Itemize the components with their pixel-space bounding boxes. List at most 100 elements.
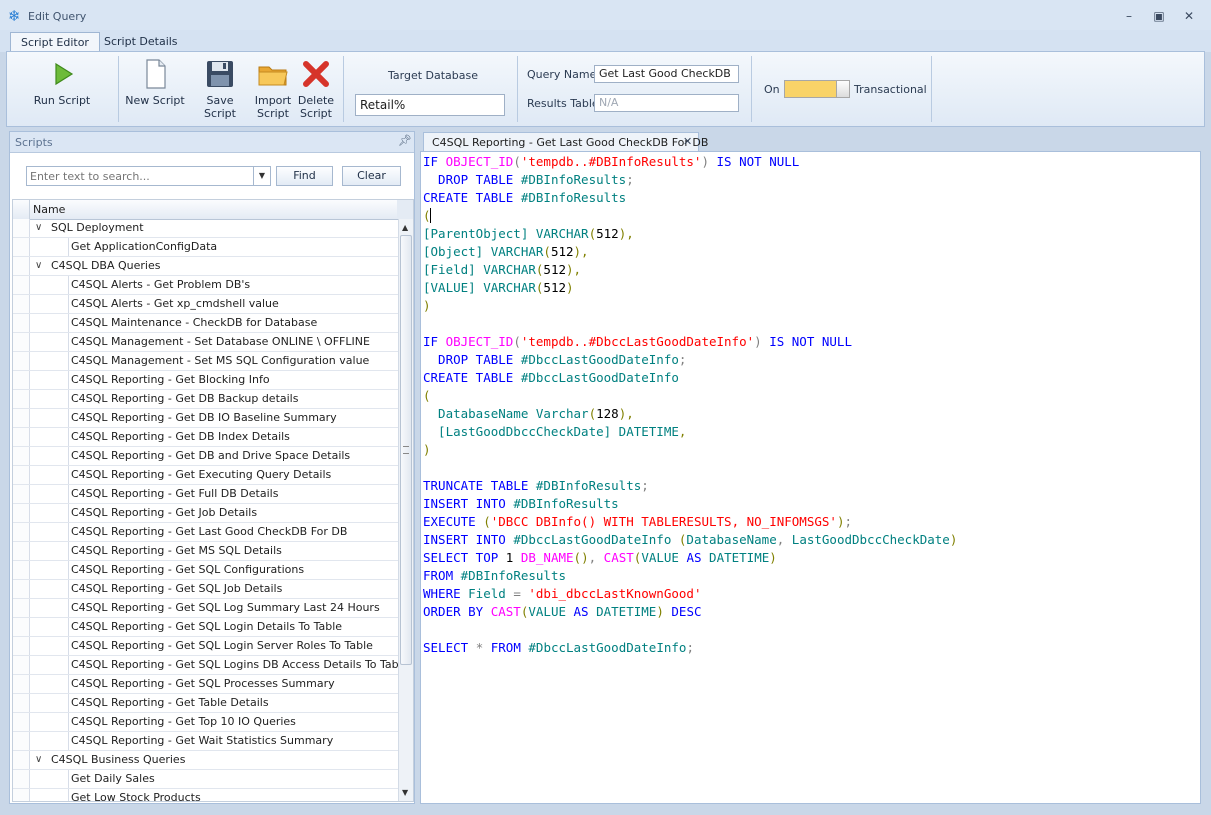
tree-item-row[interactable]: C4SQL Reporting - Get Executing Query De… (13, 466, 401, 485)
tree-group-row[interactable]: ∨ SQL Deployment (13, 219, 401, 238)
search-dropdown-icon[interactable]: ▼ (253, 167, 270, 185)
code-line[interactable]: CREATE TABLE #DbccLastGoodDateInfo (423, 369, 679, 387)
results-table-input[interactable]: N/A (594, 94, 739, 112)
tree-item-row[interactable]: C4SQL Reporting - Get DB Index Details (13, 428, 401, 447)
code-line[interactable]: DROP TABLE #DBInfoResults; (423, 171, 634, 189)
scroll-up-icon[interactable]: ▲ (402, 223, 408, 232)
code-line[interactable]: SELECT TOP 1 DB_NAME(), CAST(VALUE AS DA… (423, 549, 777, 567)
close-icon[interactable]: ✕ (1178, 8, 1200, 24)
code-line[interactable]: EXECUTE ('DBCC DBInfo() WITH TABLERESULT… (423, 513, 852, 531)
tree-item-row[interactable]: Get ApplicationConfigData (13, 238, 401, 257)
query-name-input[interactable]: Get Last Good CheckDB (594, 65, 739, 83)
tree-item-row[interactable]: C4SQL Alerts - Get xp_cmdshell value (13, 295, 401, 314)
code-line[interactable]: [Object] VARCHAR(512), (423, 243, 589, 261)
code-line[interactable]: WHERE Field = 'dbi_dbccLastKnownGood' (423, 585, 701, 603)
minimize-icon[interactable]: – (1118, 8, 1140, 24)
tree-item-row[interactable]: C4SQL Maintenance - CheckDB for Database (13, 314, 401, 333)
code-line[interactable]: INSERT INTO #DBInfoResults (423, 495, 619, 513)
tree-row-label: C4SQL Alerts - Get Problem DB's (71, 278, 251, 291)
clear-button[interactable]: Clear (342, 166, 401, 186)
target-database-input[interactable]: Retail% (355, 94, 505, 116)
scroll-thumb[interactable] (400, 235, 412, 665)
tree-item-row[interactable]: Get Low Stock Products (13, 789, 401, 801)
editor-tab[interactable]: C4SQL Reporting - Get Last Good CheckDB … (423, 132, 708, 152)
save-script-button[interactable]: Save Script (189, 58, 251, 120)
expand-chevron-icon[interactable]: ∨ (35, 751, 42, 769)
tree-item-row[interactable]: C4SQL Reporting - Get Blocking Info (13, 371, 401, 390)
tree-group-row[interactable]: ∨ C4SQL DBA Queries (13, 257, 401, 276)
code-line[interactable]: CREATE TABLE #DBInfoResults (423, 189, 626, 207)
tree-group-row[interactable]: ∨ C4SQL Business Queries (13, 751, 401, 770)
search-box[interactable]: ▼ (26, 166, 271, 186)
name-column-header[interactable]: Name (33, 203, 65, 216)
pin-icon[interactable]: 📌︎ (398, 134, 412, 147)
code-line[interactable]: TRUNCATE TABLE #DBInfoResults; (423, 477, 649, 495)
code-line[interactable]: ) (423, 441, 431, 459)
save-script-label: Save Script (204, 94, 236, 120)
tree-item-row[interactable]: C4SQL Reporting - Get SQL Login Server R… (13, 637, 401, 656)
tab-script-editor[interactable]: Script Editor (10, 32, 100, 53)
expand-chevron-icon[interactable]: ∨ (35, 219, 42, 237)
new-script-button[interactable]: New Script (125, 58, 185, 107)
tree-row-label: C4SQL Reporting - Get SQL Log Summary La… (71, 601, 380, 614)
import-script-button[interactable]: Import Script (253, 58, 293, 120)
code-line[interactable]: DatabaseName Varchar(128), (423, 405, 634, 423)
code-line[interactable]: ) (423, 297, 431, 315)
delete-script-button[interactable]: Delete Script (296, 58, 336, 120)
row-indicator (13, 238, 30, 256)
code-line[interactable]: [Field] VARCHAR(512), (423, 261, 581, 279)
tree-item-row[interactable]: C4SQL Management - Set Database ONLINE \… (13, 333, 401, 352)
tree-item-row[interactable]: C4SQL Reporting - Get SQL Job Details (13, 580, 401, 599)
expand-chevron-icon[interactable]: ∨ (35, 257, 42, 275)
tree-item-row[interactable]: C4SQL Reporting - Get DB IO Baseline Sum… (13, 409, 401, 428)
tree-item-row[interactable]: C4SQL Reporting - Get Job Details (13, 504, 401, 523)
tree-item-row[interactable]: C4SQL Reporting - Get DB Backup details (13, 390, 401, 409)
tree-item-row[interactable]: C4SQL Reporting - Get SQL Processes Summ… (13, 675, 401, 694)
tree-item-row[interactable]: C4SQL Reporting - Get SQL Login Details … (13, 618, 401, 637)
folder-icon (257, 58, 289, 90)
code-line[interactable]: ( (423, 207, 431, 225)
tree-item-row[interactable]: C4SQL Reporting - Get DB and Drive Space… (13, 447, 401, 466)
tree-item-row[interactable]: C4SQL Alerts - Get Problem DB's (13, 276, 401, 295)
tab-script-details[interactable]: Script Details (94, 32, 188, 52)
code-line[interactable]: FROM #DBInfoResults (423, 567, 566, 585)
search-input[interactable] (27, 167, 252, 185)
tree-item-row[interactable]: C4SQL Reporting - Get SQL Log Summary La… (13, 599, 401, 618)
code-line[interactable]: IF OBJECT_ID('tempdb..#DbccLastGoodDateI… (423, 333, 852, 351)
code-line[interactable]: [ParentObject] VARCHAR(512), (423, 225, 634, 243)
indent-gutter (29, 599, 69, 617)
tree-item-row[interactable]: C4SQL Reporting - Get Top 10 IO Queries (13, 713, 401, 732)
find-button[interactable]: Find (276, 166, 333, 186)
tree-item-row[interactable]: C4SQL Reporting - Get Table Details (13, 694, 401, 713)
tree-item-row[interactable]: Get Daily Sales (13, 770, 401, 789)
scripts-tree: Name ∨ SQL Deployment Get ApplicationConfi… (12, 199, 414, 802)
code-line[interactable]: ORDER BY CAST(VALUE AS DATETIME) DESC (423, 603, 702, 621)
code-line[interactable]: SELECT * FROM #DbccLastGoodDateInfo; (423, 639, 694, 657)
tree-scrollbar[interactable]: ▲ ▼ (398, 219, 413, 801)
transactional-toggle[interactable] (784, 80, 850, 98)
code-token: [Field] VARCHAR (423, 262, 536, 277)
tree-item-row[interactable]: C4SQL Reporting - Get MS SQL Details (13, 542, 401, 561)
tree-item-row[interactable]: C4SQL Reporting - Get SQL Logins DB Acce… (13, 656, 408, 675)
code-line[interactable]: ( (423, 387, 431, 405)
indent-gutter (29, 276, 69, 294)
tree-item-row[interactable]: C4SQL Management - Set MS SQL Configurat… (13, 352, 401, 371)
code-token: [Object] VARCHAR (423, 244, 544, 259)
code-token: LastGoodDbccCheckDate (791, 532, 950, 547)
maximize-icon[interactable]: ▣ (1148, 8, 1170, 24)
close-tab-icon[interactable]: ✕ (683, 135, 692, 148)
code-line[interactable]: [VALUE] VARCHAR(512) (423, 279, 574, 297)
code-line[interactable]: INSERT INTO #DbccLastGoodDateInfo (Datab… (423, 531, 957, 549)
code-line[interactable]: DROP TABLE #DbccLastGoodDateInfo; (423, 351, 686, 369)
toggle-thumb[interactable] (836, 81, 849, 97)
run-script-button[interactable]: Run Script (31, 58, 93, 107)
sql-code-editor[interactable]: IF OBJECT_ID('tempdb..#DBInfoResults') I… (420, 151, 1201, 804)
code-token: , (776, 532, 792, 547)
code-line[interactable]: [LastGoodDbccCheckDate] DATETIME, (423, 423, 686, 441)
tree-item-row[interactable]: C4SQL Reporting - Get Last Good CheckDB … (13, 523, 401, 542)
tree-item-row[interactable]: C4SQL Reporting - Get Wait Statistics Su… (13, 732, 401, 751)
scroll-down-icon[interactable]: ▼ (402, 788, 408, 797)
code-line[interactable]: IF OBJECT_ID('tempdb..#DBInfoResults') I… (423, 153, 799, 171)
tree-item-row[interactable]: C4SQL Reporting - Get SQL Configurations (13, 561, 401, 580)
tree-item-row[interactable]: C4SQL Reporting - Get Full DB Details (13, 485, 401, 504)
